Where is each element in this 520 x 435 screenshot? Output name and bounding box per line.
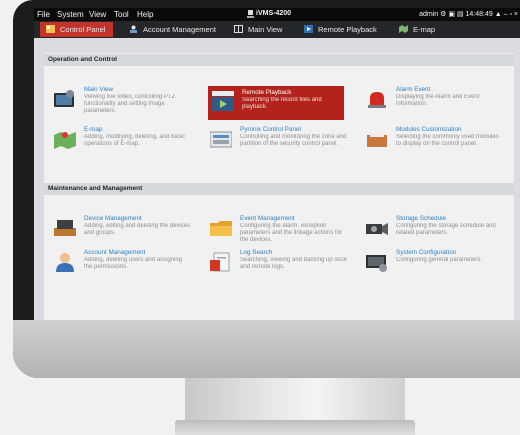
module-title: Event Management	[240, 215, 295, 222]
module-alarm-event[interactable]: Alarm Event Displaying the Alarm and Eve…	[366, 86, 506, 116]
module-title: Account Management	[84, 249, 146, 256]
menu-tool[interactable]: Tool	[114, 10, 129, 19]
module-event-management[interactable]: Event Management Configuring the alarm, …	[210, 215, 350, 245]
main-view-icon	[54, 90, 74, 107]
tab-remote-playback[interactable]: Remote Playback	[304, 22, 377, 37]
playback-icon	[212, 91, 234, 111]
monitor-stand-base	[175, 420, 415, 435]
map-icon	[399, 23, 408, 33]
tab-label: Remote Playback	[318, 25, 377, 34]
module-system-configuration[interactable]: System Configuration Configuring general…	[366, 249, 506, 279]
tab-e-map[interactable]: E-map	[399, 22, 435, 37]
tab-account-management[interactable]: Account Management	[129, 22, 216, 37]
module-desc: Configuring general parameters.	[396, 257, 483, 263]
map-icon	[54, 132, 76, 149]
module-desc: Adding, deleting users and assigning the…	[84, 257, 183, 270]
tab-label: Account Management	[143, 25, 216, 34]
camera-icon	[366, 223, 388, 235]
tab-label: E-map	[413, 25, 436, 34]
user-icon	[129, 23, 138, 33]
app-logo-icon	[247, 10, 254, 18]
module-title: Storage Schedule	[396, 215, 447, 222]
menu-view[interactable]: View	[89, 10, 106, 19]
log-icon	[210, 252, 230, 272]
titlebar-status: admin ⚙ ▣ ▤ 14:48:49 ▲ – ▫ ×	[419, 10, 518, 18]
minimize-icon[interactable]: –	[504, 11, 508, 18]
module-desc: Controlling and monitoring the zone and …	[240, 134, 347, 147]
monitor-chin	[13, 320, 520, 378]
app-title: iVMS-4200	[256, 10, 292, 17]
current-user: admin	[419, 11, 439, 18]
settings-icon[interactable]: ⚙	[440, 11, 446, 18]
menu-system[interactable]: System	[57, 10, 84, 19]
keyboard-icon[interactable]: ▤	[457, 11, 464, 18]
customization-icon	[367, 132, 387, 147]
tab-label: Control Panel	[60, 25, 106, 34]
monitor-stand	[185, 378, 405, 422]
module-title: Modules Customization	[396, 126, 462, 133]
module-desc: Searching, viewing and backing up local …	[240, 257, 347, 270]
module-pyronix-control-panel[interactable]: Pyronix Control Panel Controlling and mo…	[210, 126, 350, 156]
module-e-map[interactable]: E-map Adding, modifying, deleting, and b…	[54, 126, 194, 156]
module-title: Pyronix Control Panel	[240, 126, 301, 133]
section-header-operation: Operation and Control	[44, 54, 514, 66]
module-modules-customization[interactable]: Modules Customization Selecting the comm…	[366, 126, 506, 156]
tab-label: Main View	[248, 25, 283, 34]
tab-main-view[interactable]: Main View	[234, 22, 282, 37]
module-title: Log Search	[240, 249, 273, 256]
keypad-icon	[210, 131, 232, 148]
maximize-icon[interactable]: ▫	[509, 11, 511, 18]
module-storage-schedule[interactable]: Storage Schedule Configuring the storage…	[366, 215, 506, 245]
folder-icon	[210, 221, 232, 236]
alarm-icon	[368, 92, 386, 108]
module-desc: Viewing live video, controlling PTZ func…	[84, 94, 176, 114]
clock: 14:48:49	[465, 11, 493, 18]
system-config-icon	[366, 255, 387, 272]
control-panel-content: Operation and Control Main View Viewing …	[44, 53, 514, 320]
module-desc: Configuring the alarm, exception paramet…	[240, 223, 343, 243]
module-title: E-map	[84, 126, 103, 133]
menu-file[interactable]: File	[37, 10, 50, 19]
module-title: System Configuration	[396, 249, 457, 256]
module-title: Device Management	[84, 215, 142, 222]
screen: File System View Tool Help iVMS-4200 adm…	[34, 8, 520, 320]
module-device-management[interactable]: Device Management Adding, editing and de…	[54, 215, 194, 245]
monitor-icon[interactable]: ▣	[448, 11, 455, 18]
playback-icon	[304, 23, 313, 33]
module-title: Main View	[84, 86, 113, 93]
device-icon	[54, 220, 76, 236]
module-desc: Displaying the Alarm and Event informati…	[396, 94, 480, 107]
module-title: Alarm Event	[396, 86, 431, 93]
module-log-search[interactable]: Log Search Searching, viewing and backin…	[210, 249, 350, 279]
tab-bar: Control Panel Account Management Main Vi…	[34, 21, 520, 38]
section-header-maintenance: Maintenance and Management	[44, 183, 514, 195]
control-panel-icon	[46, 23, 55, 33]
close-icon[interactable]: ×	[514, 11, 518, 18]
module-desc: Adding, modifying, deleting, and basic o…	[84, 134, 186, 147]
module-desc: Searching the record files and playback.	[242, 97, 322, 110]
module-desc: Selecting the commonly used modules to d…	[396, 134, 499, 147]
module-title: Remote Playback	[242, 89, 292, 96]
title-bar: File System View Tool Help iVMS-4200 adm…	[34, 8, 520, 21]
module-remote-playback[interactable]: Remote Playback Searching the record fil…	[208, 86, 344, 120]
main-view-icon	[234, 23, 243, 33]
module-account-management[interactable]: Account Management Adding, deleting user…	[54, 249, 194, 279]
menu-help[interactable]: Help	[137, 10, 153, 19]
module-desc: Adding, editing and deleting the devices…	[84, 223, 191, 236]
lock-icon[interactable]: ▲	[495, 11, 502, 18]
module-main-view[interactable]: Main View Viewing live video, controllin…	[54, 86, 194, 116]
module-desc: Configuring the storage schedule and rel…	[396, 223, 496, 236]
tab-control-panel[interactable]: Control Panel	[40, 22, 113, 37]
user-icon	[56, 253, 74, 272]
